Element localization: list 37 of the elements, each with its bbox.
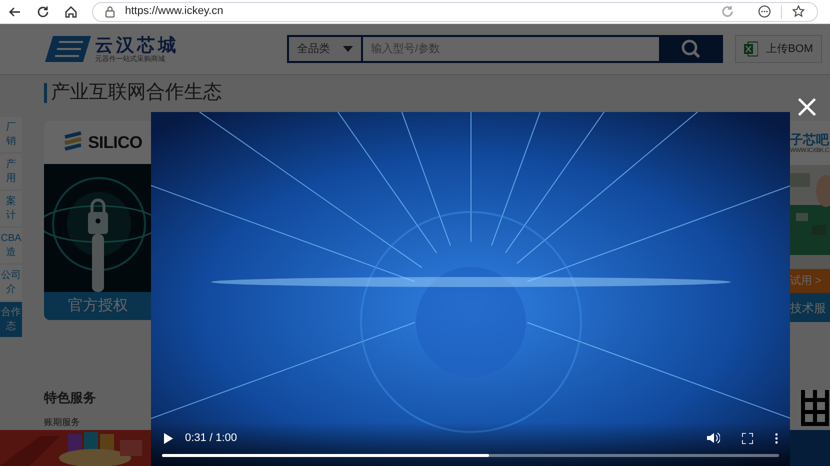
back-icon[interactable]	[8, 4, 22, 18]
partner-logo-text: 子芯吧	[790, 132, 830, 146]
service-link[interactable]: 账期服务	[44, 416, 151, 429]
side-tab[interactable]: 公司 介	[0, 265, 22, 300]
card-footer-text: 官方授权	[68, 296, 128, 316]
side-tab[interactable]: 合作 态	[0, 302, 22, 337]
card-footer-text: 技术服	[790, 300, 826, 316]
search-button[interactable]	[659, 35, 723, 63]
logo-name: 云汉芯城	[95, 36, 179, 54]
close-button[interactable]	[796, 96, 818, 118]
stripes-icon	[62, 131, 84, 154]
category-dropdown[interactable]: 全品类	[287, 35, 363, 63]
more-icon[interactable]	[758, 5, 771, 18]
trial-text: 试用 >	[790, 274, 822, 289]
side-tab[interactable]: 案 计	[0, 191, 22, 226]
url-text: https://www.ickey.cn	[125, 4, 224, 20]
logo-icon	[45, 36, 91, 62]
category-label: 全品类	[297, 42, 330, 57]
caret-icon	[343, 46, 353, 52]
qr-code-icon	[800, 390, 830, 426]
reload-icon[interactable]	[36, 4, 50, 18]
home-icon[interactable]	[64, 4, 78, 18]
side-tab[interactable]: CBA 造	[0, 228, 22, 263]
upload-bom-button[interactable]: 上传BOM	[734, 35, 822, 63]
spreadsheet-icon	[744, 41, 758, 57]
address-bar[interactable]: https://www.ickey.cn	[92, 2, 818, 22]
star-icon[interactable]	[792, 5, 805, 18]
side-tab[interactable]: 厂 销	[0, 117, 22, 152]
footer-bar	[790, 430, 830, 466]
search-icon	[681, 39, 701, 59]
trial-badge[interactable]: 试用 >	[790, 269, 830, 293]
lock-icon	[105, 6, 115, 18]
side-tab[interactable]: 产 用	[0, 154, 22, 189]
services-title: 特色服务	[44, 389, 97, 407]
brand-logo-text: SILICO	[88, 132, 142, 154]
section-title: 产业互联网合作生态	[51, 80, 222, 105]
brand-card[interactable]: SILICO 官方授权	[44, 121, 151, 320]
